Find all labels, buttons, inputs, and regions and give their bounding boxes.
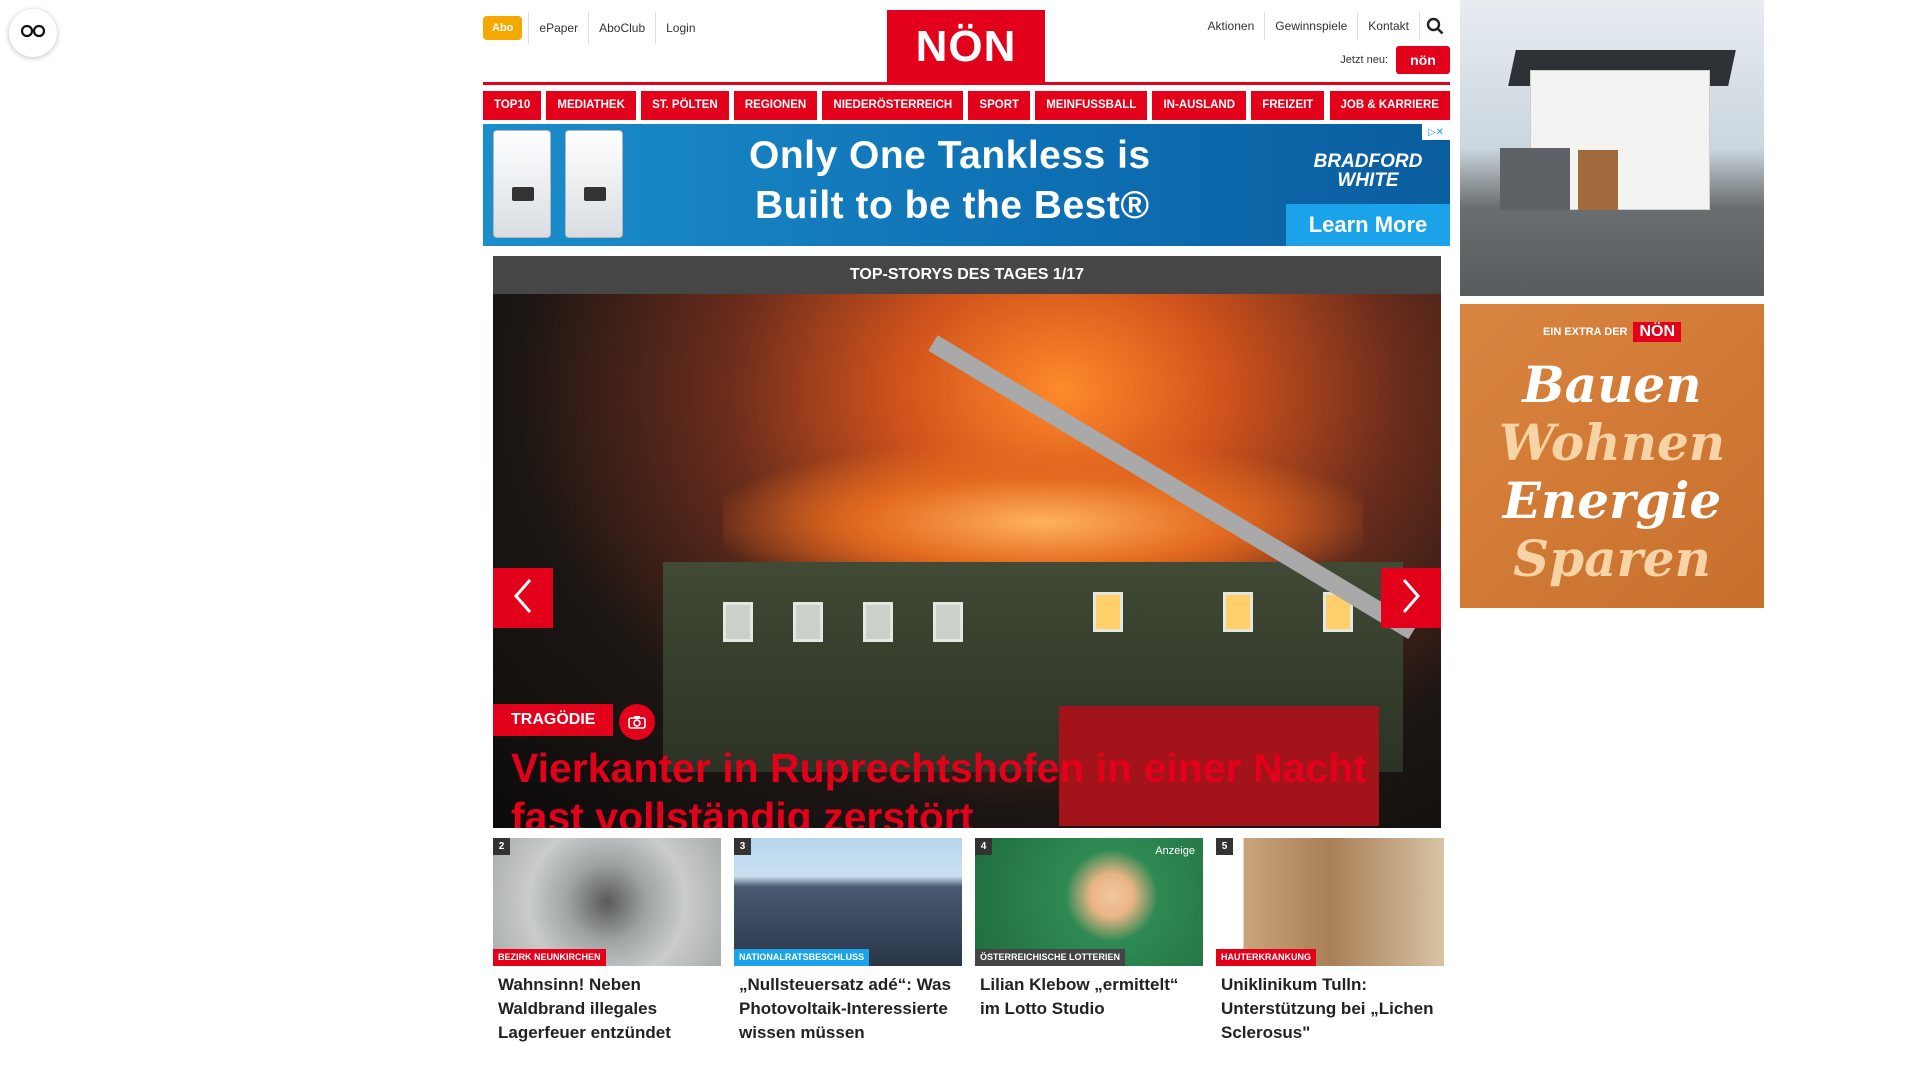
sidebar-ad-house[interactable] — [1460, 0, 1764, 296]
chevron-right-icon — [1400, 578, 1422, 619]
top-stories-slider: TOP-STORYS DES TAGES 1/17 TRAGÖDIE Vierk… — [493, 256, 1441, 828]
nav-item-niederoesterreich[interactable]: NIEDERÖSTERREICH — [822, 91, 964, 120]
ad-learn-more-button[interactable]: Learn More — [1286, 204, 1450, 246]
jetzt-neu: Jetzt neu: nön — [1340, 46, 1450, 74]
teaser-list: 2 BEZIRK NEUNKIRCHEN Wahnsinn! Neben Wal… — [493, 838, 1444, 1045]
site-header: Abo ePaper AboClub Login NÖN Aktionen Ge… — [483, 0, 1450, 85]
teaser-number: 5 — [1216, 838, 1233, 855]
nav-item-top10[interactable]: TOP10 — [483, 91, 542, 120]
nav-item-mediathek[interactable]: MEDIATHEK — [546, 91, 636, 120]
sidebar-word-sparen: Sparen — [1513, 529, 1711, 588]
slider-image[interactable]: TRAGÖDIE Vierkanter in Ruprechtshofen in… — [493, 294, 1441, 828]
teaser-tag: BEZIRK NEUNKIRCHEN — [493, 949, 606, 966]
ad-product-image — [493, 130, 551, 238]
chevron-left-icon — [512, 578, 534, 619]
teaser-title[interactable]: „Nullsteuersatz adé“: Was Photovoltaik-I… — [734, 973, 962, 1045]
extra-der-noen: EIN EXTRA DER NÖN — [1460, 322, 1764, 342]
ad-brand-logo: BRADFORD WHITE — [1313, 151, 1423, 191]
teaser-image: 4 Anzeige ÖSTERREICHISCHE LOTTERIEN — [975, 838, 1203, 966]
sidebar-word-bauen: Bauen — [1522, 355, 1702, 414]
main-nav: TOP10 MEDIATHEK ST. PÖLTEN REGIONEN NIED… — [483, 91, 1450, 120]
teaser-title[interactable]: Uniklinikum Tulln: Unterstützung bei „Li… — [1216, 973, 1444, 1045]
noen-mini-logo: NÖN — [1633, 322, 1682, 342]
story-headline[interactable]: Vierkanter in Ruprechtshofen in einer Na… — [511, 744, 1411, 828]
anzeige-label: Anzeige — [1155, 845, 1195, 857]
gewinnspiele-link[interactable]: Gewinnspiele — [1265, 12, 1359, 40]
story-kicker[interactable]: TRAGÖDIE — [493, 704, 614, 736]
jetzt-neu-label: Jetzt neu: — [1340, 54, 1388, 66]
teaser-number: 3 — [734, 838, 751, 855]
ad-headline-line2: Built to be the Best® — [755, 184, 1150, 227]
teaser-image: 3 NATIONALRATSBESCHLUSS — [734, 838, 962, 966]
teaser-tag: NATIONALRATSBESCHLUSS — [734, 949, 870, 966]
header-divider — [483, 82, 1450, 85]
epaper-link[interactable]: ePaper — [528, 12, 588, 44]
extra-label: EIN EXTRA DER — [1542, 326, 1628, 338]
aktionen-link[interactable]: Aktionen — [1198, 12, 1266, 40]
nav-item-meinfussball[interactable]: MEINFUSSBALL — [1035, 91, 1148, 120]
teaser-title[interactable]: Lilian Klebow „ermittelt“ im Lotto Studi… — [975, 973, 1203, 1021]
slider-next-button[interactable] — [1381, 568, 1441, 628]
teaser-card[interactable]: 4 Anzeige ÖSTERREICHISCHE LOTTERIEN Lili… — [975, 838, 1203, 1045]
teaser-image: 5 HAUTERKRANKUNG — [1216, 838, 1444, 966]
slider-prev-button[interactable] — [493, 568, 553, 628]
login-link[interactable]: Login — [655, 12, 705, 44]
utility-nav-right: Aktionen Gewinnspiele Kontakt — [1198, 12, 1450, 40]
accessibility-toggle-button[interactable] — [9, 9, 57, 57]
ad-banner[interactable]: Only One Tankless is Built to be the Bes… — [483, 124, 1450, 246]
teaser-card[interactable]: 5 HAUTERKRANKUNG Uniklinikum Tulln: Unte… — [1216, 838, 1444, 1045]
camera-icon — [619, 704, 655, 740]
teaser-image: 2 BEZIRK NEUNKIRCHEN — [493, 838, 721, 966]
sidebar-word-wohnen: Wohnen — [1498, 413, 1726, 472]
abo-button[interactable]: Abo — [483, 16, 523, 40]
teaser-card[interactable]: 3 NATIONALRATSBESCHLUSS „Nullsteuersatz … — [734, 838, 962, 1045]
glasses-icon — [20, 24, 46, 43]
utility-nav-left: Abo ePaper AboClub Login — [483, 12, 706, 44]
nav-item-regionen[interactable]: REGIONEN — [733, 91, 818, 120]
sidebar-word-energie: Energie — [1502, 471, 1722, 530]
slider-heading: TOP-STORYS DES TAGES 1/17 — [493, 256, 1441, 294]
search-icon[interactable] — [1420, 12, 1450, 40]
teaser-tag: HAUTERKRANKUNG — [1216, 949, 1316, 966]
aboclub-link[interactable]: AboClub — [588, 12, 655, 44]
teaser-card[interactable]: 2 BEZIRK NEUNKIRCHEN Wahnsinn! Neben Wal… — [493, 838, 721, 1045]
nav-item-st-poelten[interactable]: ST. PÖLTEN — [641, 91, 729, 120]
nav-item-in-ausland[interactable]: IN-AUSLAND — [1152, 91, 1247, 120]
adchoices-icon[interactable]: ▷✕ — [1422, 124, 1450, 140]
jetzt-neu-badge[interactable]: nön — [1396, 46, 1450, 74]
ad-product-image — [565, 130, 623, 238]
nav-item-freizeit[interactable]: FREIZEIT — [1251, 91, 1325, 120]
ad-headline-line1: Only One Tankless is — [749, 134, 1151, 177]
teaser-tag: ÖSTERREICHISCHE LOTTERIEN — [975, 949, 1126, 966]
teaser-number: 4 — [975, 838, 992, 855]
teaser-number: 2 — [493, 838, 510, 855]
noen-logo[interactable]: NÖN — [887, 10, 1045, 84]
sidebar-ad-bauen-wohnen[interactable]: EIN EXTRA DER NÖN Bauen Wohnen Energie S… — [1460, 304, 1764, 608]
nav-item-job-karriere[interactable]: JOB & KARRIERE — [1329, 91, 1450, 120]
teaser-title[interactable]: Wahnsinn! Neben Waldbrand illegales Lage… — [493, 973, 721, 1045]
nav-item-sport[interactable]: SPORT — [968, 91, 1031, 120]
kontakt-link[interactable]: Kontakt — [1358, 12, 1420, 40]
